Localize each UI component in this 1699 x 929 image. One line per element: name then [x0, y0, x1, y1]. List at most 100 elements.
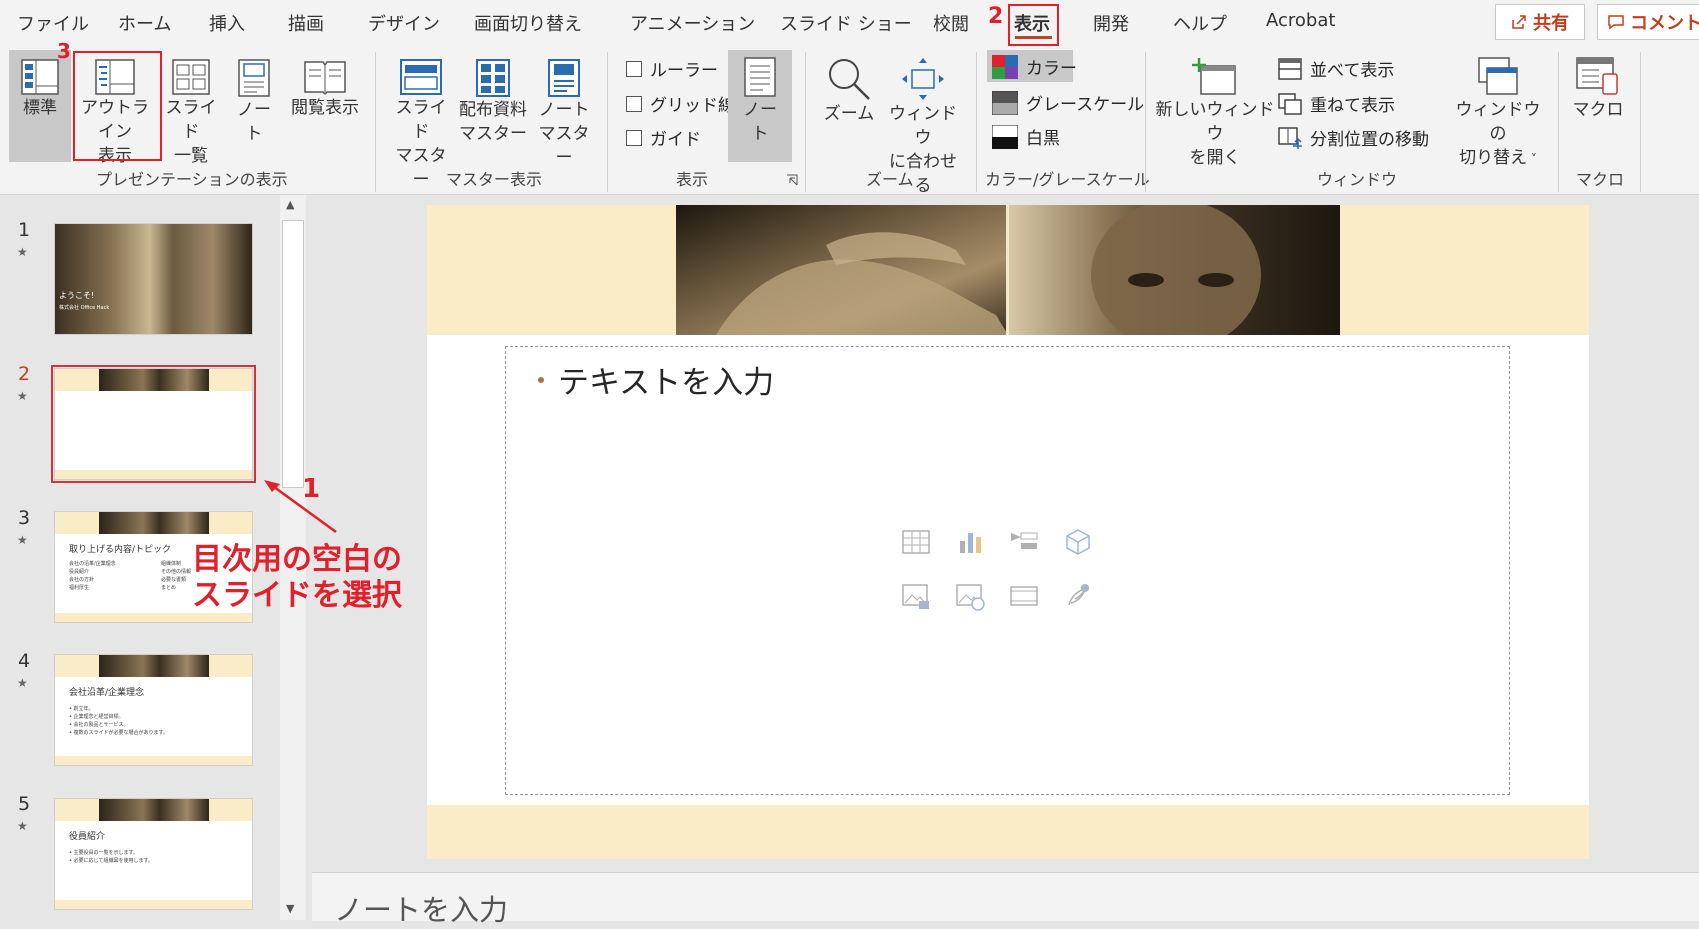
move-split-button[interactable]: 分割位置の移動 [1278, 125, 1429, 150]
thumb-foot [55, 900, 252, 909]
tab-developer[interactable]: 開発 [1093, 10, 1129, 36]
notes-page-icon [238, 59, 270, 97]
slide-number: 2 [18, 363, 31, 385]
tab-home[interactable]: ホーム [118, 10, 171, 36]
reading-view-label: 閲覧表示 [291, 98, 359, 118]
move-split-icon [1278, 126, 1302, 149]
group-label-window: ウィンドウ [1317, 170, 1398, 189]
thumb-photo [99, 512, 209, 534]
switch-windows-button[interactable]: ウィンドウの 切り替え ˅ [1448, 56, 1548, 171]
macros-label: マクロ [1572, 100, 1624, 120]
selected-slide-frame [51, 365, 256, 483]
header-photo [676, 205, 1340, 335]
insert-picture-icon[interactable] [901, 581, 931, 611]
separator [976, 52, 977, 192]
content-placeholder[interactable]: テキストを入力 [505, 346, 1510, 795]
thumb-bullet: 会社の方針 [69, 577, 95, 583]
notes-master-button[interactable]: ノート マスター [532, 58, 596, 170]
tab-draw[interactable]: 描画 [288, 10, 324, 36]
notes-page-label-1: ノー [237, 100, 271, 120]
body-placeholder-text: テキストを入力 [558, 365, 775, 401]
dialog-launcher-icon[interactable] [786, 174, 798, 186]
annotation-number-2: 2 [988, 4, 1004, 29]
tab-help[interactable]: ヘルプ [1173, 10, 1227, 36]
tab-transitions[interactable]: 画面切り替え [474, 10, 582, 36]
thumb-title: 会社沿革/企業理念 [69, 688, 145, 698]
photo-image [676, 205, 1340, 335]
tab-file[interactable]: ファイル [17, 10, 89, 36]
thumb-bullet: • 創立年。 [69, 706, 94, 712]
notes-pane[interactable]: ノートを入力 [312, 872, 1699, 927]
checkbox-box [626, 60, 642, 77]
slide-thumbnail-5[interactable]: 役員紹介 • 主要役員の一覧を示します。 • 必要に応じて組織図を使用します。 [54, 798, 253, 910]
tab-design[interactable]: デザイン [368, 10, 440, 36]
normal-view-icon [21, 59, 59, 95]
handout-master-label-2: マスター [459, 124, 527, 144]
ruler-label: ルーラー [650, 61, 718, 81]
notes-toggle-icon [744, 57, 776, 97]
insert-online-picture-icon[interactable] [955, 581, 985, 611]
share-icon [1512, 15, 1526, 29]
comment-button[interactable]: コメント [1597, 4, 1699, 40]
new-window-icon [1192, 58, 1236, 95]
annotation-callout-text: 目次用の空白の スライドを選択 [192, 542, 402, 614]
reading-view-button[interactable]: 閲覧表示 [286, 58, 364, 120]
share-button[interactable]: 共有 [1495, 4, 1585, 40]
notes-toggle-label-1: ノー [743, 100, 777, 120]
thumb-bullet: 会社の沿革/企業理念 [69, 561, 116, 567]
notes-page-button[interactable]: ノー ト [226, 58, 282, 146]
arrange-all-icon [1278, 57, 1302, 80]
insert-chart-icon[interactable] [955, 527, 985, 557]
new-window-label-1: 新しいウィンドウ [1155, 100, 1275, 144]
switch-label-2: 切り替え [1459, 148, 1528, 168]
new-window-button[interactable]: 新しいウィンドウ を開く [1155, 56, 1275, 170]
slide-sorter-button[interactable]: スライド 一覧 [160, 58, 222, 168]
tab-acrobat[interactable]: Acrobat [1266, 10, 1335, 31]
arrange-all-label: 並べて表示 [1310, 61, 1395, 81]
grayscale-button[interactable]: グレースケール [992, 90, 1144, 115]
normal-view-button[interactable]: 標準 [10, 58, 70, 120]
gridlines-checkbox[interactable]: グリッド線 [626, 91, 735, 116]
scrollbar-thumb[interactable] [282, 220, 304, 488]
new-window-label-2: を開く [1189, 148, 1241, 168]
thumb-foot [55, 756, 252, 765]
notes-toggle-button[interactable]: ノー ト [729, 56, 791, 146]
annotation-number-3: 3 [57, 39, 71, 63]
ruler-checkbox[interactable]: ルーラー [626, 56, 718, 81]
insert-video-icon[interactable] [1009, 581, 1039, 611]
macros-button[interactable]: マクロ [1565, 56, 1631, 122]
arrange-all-button[interactable]: 並べて表示 [1278, 56, 1394, 81]
insert-table-icon[interactable] [901, 527, 931, 557]
slide-sorter-label-1: スライド [165, 98, 217, 142]
tab-slideshow[interactable]: スライド ショー [780, 10, 912, 36]
insert-icons-icon[interactable] [1063, 581, 1093, 611]
zoom-button[interactable]: ズーム [816, 56, 882, 126]
cascade-button[interactable]: 重ねて表示 [1278, 91, 1395, 116]
handout-master-button[interactable]: 配布資料 マスター [454, 58, 532, 146]
thumb-bullet: • 企業理念と経営目標。 [69, 714, 124, 720]
thumb-bullet: 役員紹介 [69, 569, 90, 575]
slide-master-button[interactable]: スライド マスター [388, 58, 454, 192]
switch-windows-icon [1478, 57, 1518, 95]
thumb-bullet: • 複数のスライドが必要な場合があります。 [69, 730, 169, 736]
slide-thumbnail-4[interactable]: 会社沿革/企業理念 • 創立年。 • 企業理念と経営目標。 • 会社の製品とサー… [54, 654, 253, 766]
tab-insert[interactable]: 挿入 [209, 10, 245, 36]
insert-3d-model-icon[interactable] [1063, 527, 1093, 557]
handout-master-label-1: 配布資料 [459, 100, 527, 120]
thumb-photo [99, 799, 209, 821]
tab-review[interactable]: 校閲 [933, 10, 969, 36]
separator [1640, 52, 1641, 192]
comment-label: コメント [1630, 13, 1699, 34]
thumb-bullet: 組織体制 [161, 561, 182, 567]
scroll-up-icon[interactable]: ▲ [286, 198, 294, 211]
color-button[interactable]: カラー [992, 54, 1077, 79]
fit-label-1: ウィンドウ [889, 104, 957, 148]
guides-checkbox[interactable]: ガイド [626, 125, 701, 150]
insert-smartart-icon[interactable] [1009, 527, 1039, 557]
guides-label: ガイド [650, 130, 701, 150]
tab-animations[interactable]: アニメーション [630, 10, 755, 36]
scroll-down-icon[interactable]: ▼ [286, 902, 294, 915]
slide-thumbnail-1[interactable]: ようこそ! 株式会社 Office Hack [54, 223, 253, 335]
black-white-button[interactable]: 白黒 [992, 124, 1060, 149]
slide-editor-canvas[interactable]: テキストを入力 [427, 205, 1589, 859]
